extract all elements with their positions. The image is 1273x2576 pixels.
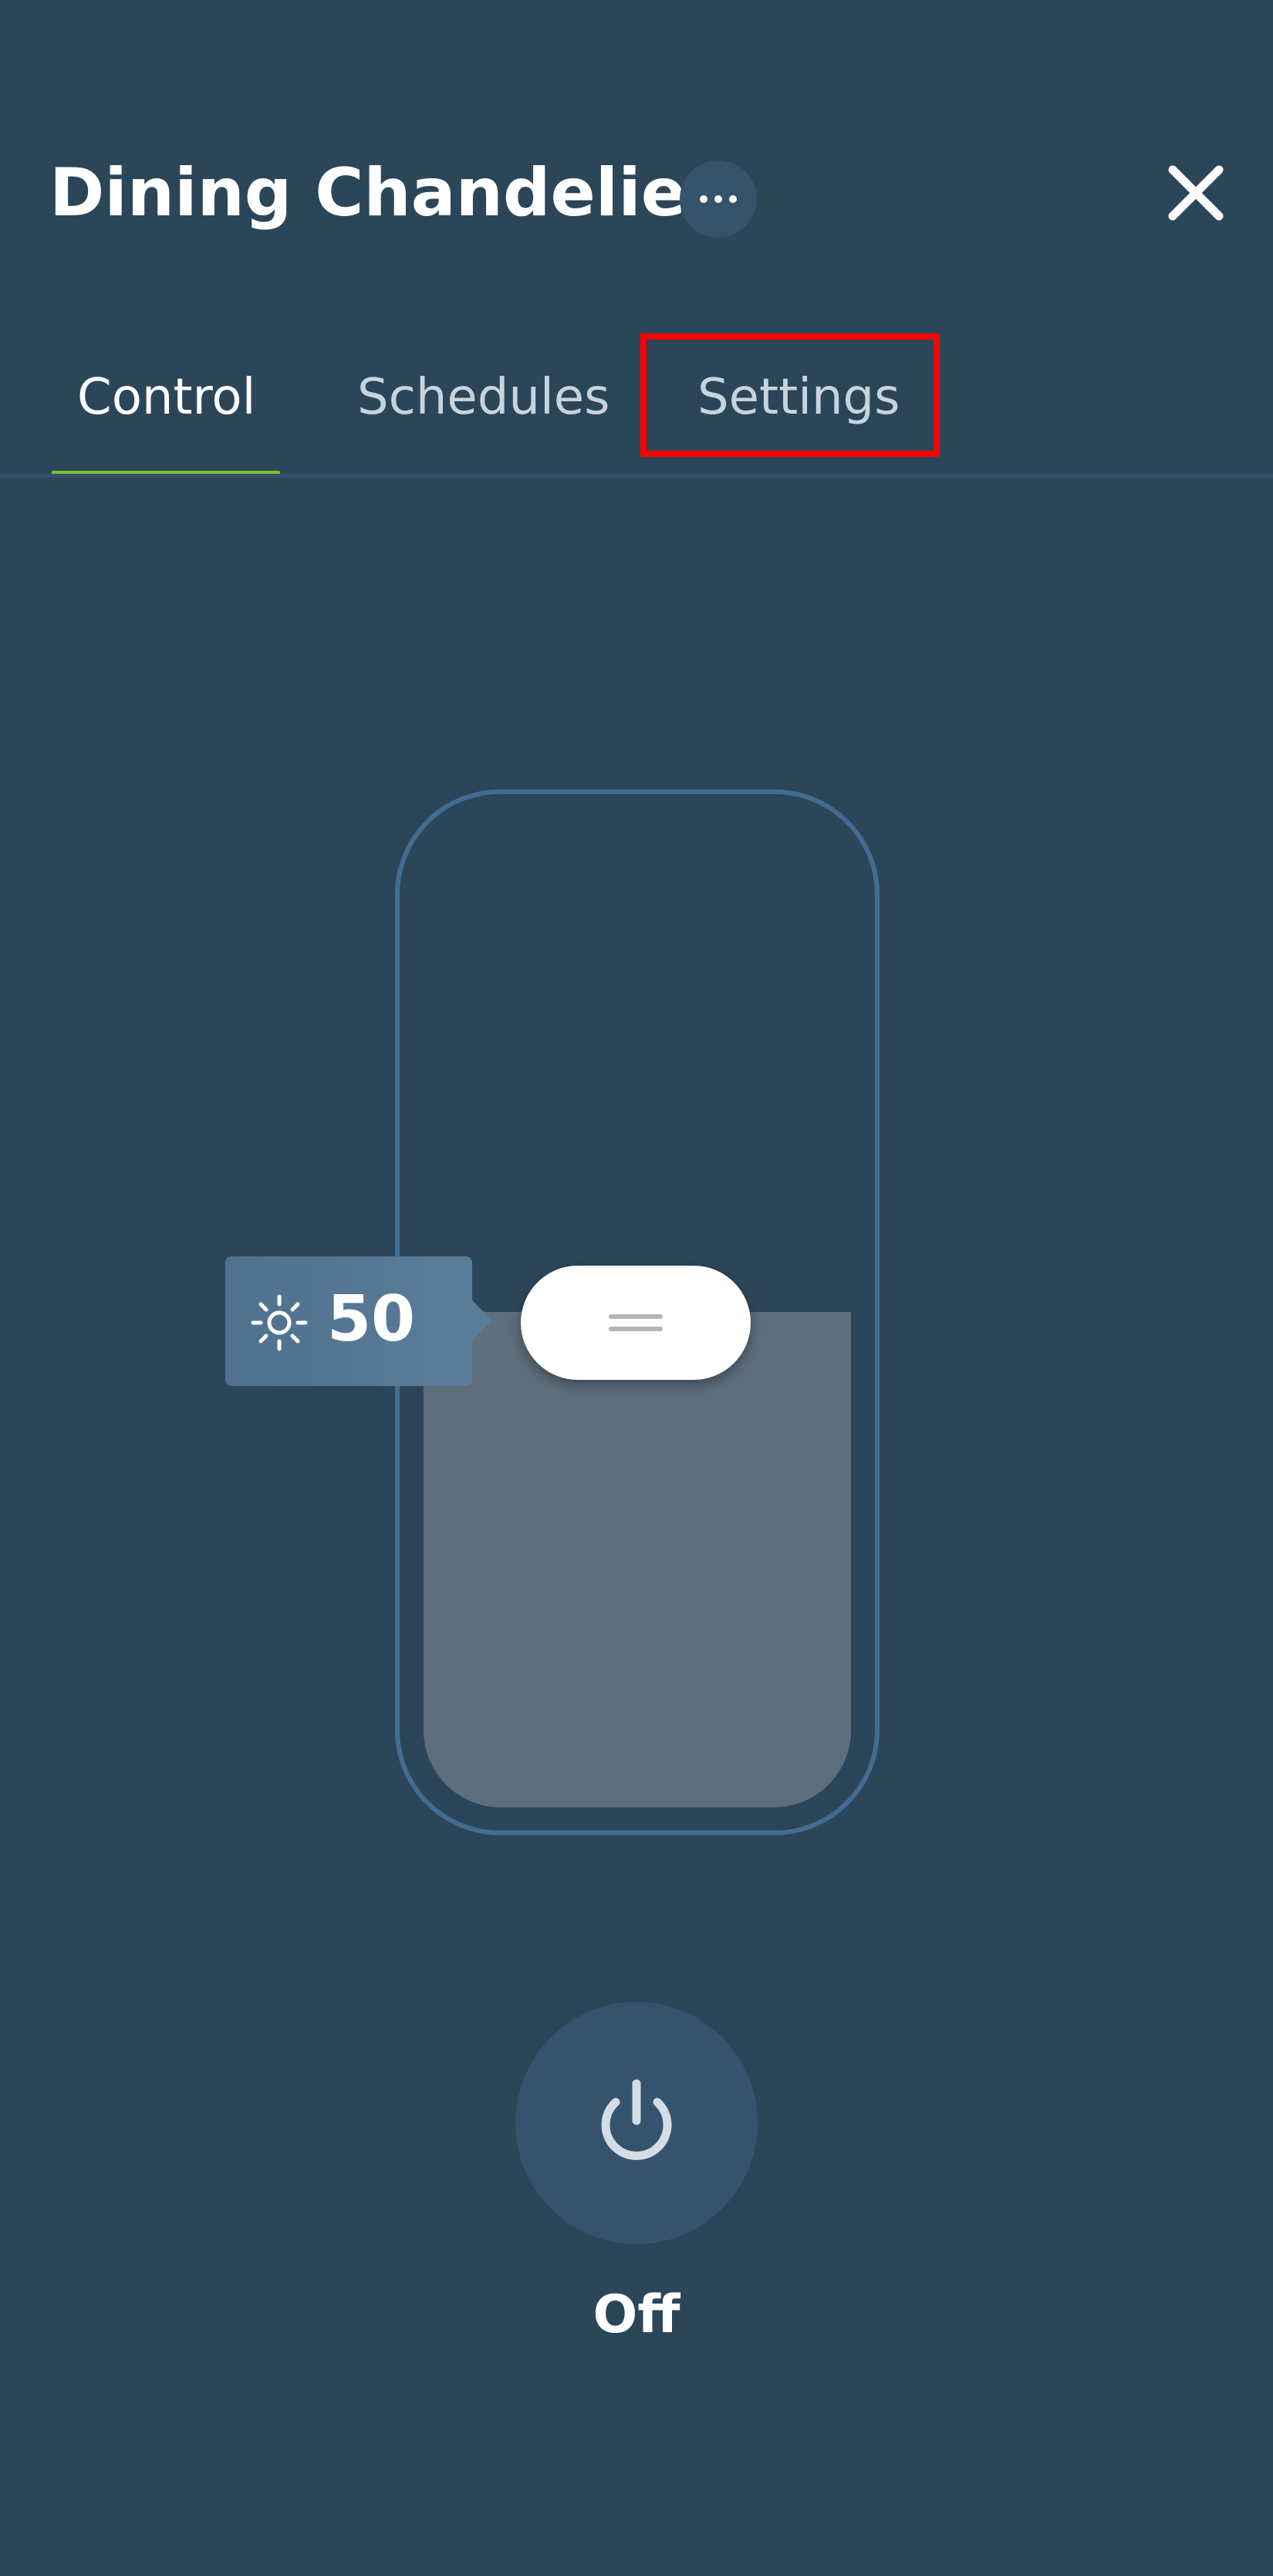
close-icon (1168, 165, 1224, 221)
more-options-button[interactable] (680, 161, 757, 238)
grip-line (609, 1327, 663, 1331)
tab-bar-divider (0, 474, 1273, 478)
brightness-value: 50 (327, 1283, 416, 1356)
grip-line (609, 1314, 663, 1319)
more-horizontal-icon (700, 195, 737, 203)
power-state-label: Off (593, 2284, 680, 2345)
brightness-slider-fill (424, 1312, 851, 1807)
close-button[interactable] (1157, 154, 1234, 232)
tooltip-pointer (469, 1297, 492, 1344)
brightness-slider-handle[interactable] (521, 1266, 751, 1380)
sun-icon (251, 1294, 308, 1351)
tab-schedules[interactable]: Schedules (357, 363, 609, 432)
page-title: Dining Chandelier (49, 154, 719, 232)
light-control-screen: Dining Chandelier Control Schedules Sett… (0, 0, 1273, 2576)
tab-bar: Control Schedules Settings (0, 340, 1273, 478)
power-icon (601, 2079, 672, 2160)
settings-tab-highlight (640, 333, 940, 457)
tab-control[interactable]: Control (77, 363, 255, 432)
power-button[interactable] (515, 2002, 758, 2244)
